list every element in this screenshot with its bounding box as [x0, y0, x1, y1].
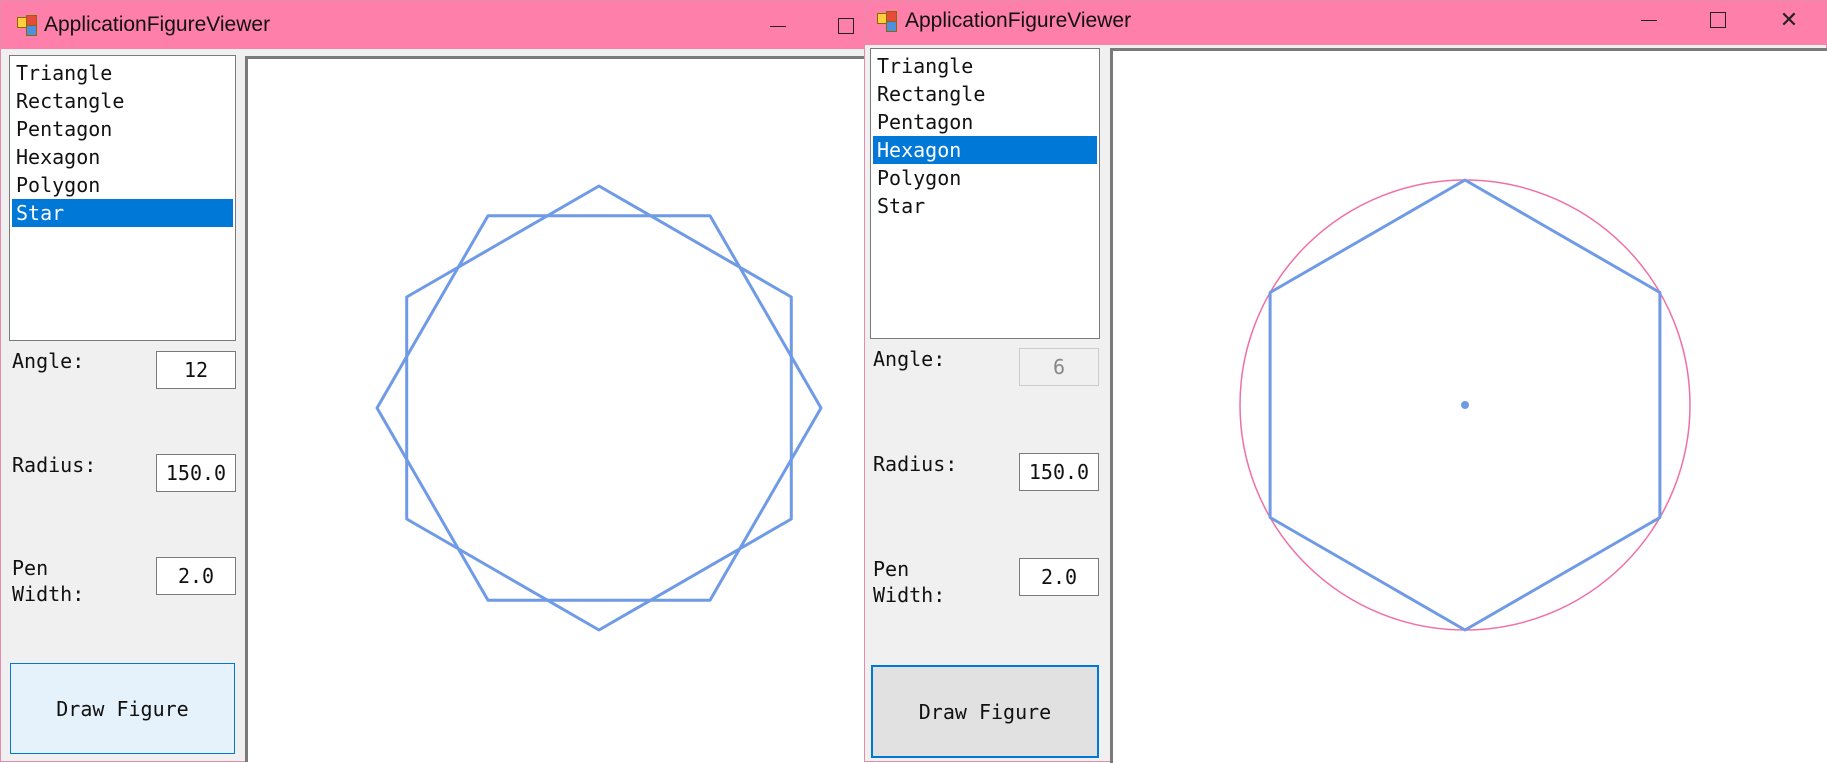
window-title: ApplicationFigureViewer [905, 9, 1132, 32]
close-icon[interactable]: ✕ [1769, 3, 1809, 37]
app-window-1: ApplicationFigureViewer Triangle Rectang… [0, 0, 867, 762]
draw-figure-button[interactable]: Draw Figure [10, 663, 235, 754]
minimize-icon[interactable] [758, 9, 798, 43]
angle-label: Angle: [873, 347, 946, 371]
list-item[interactable]: Pentagon [12, 115, 233, 143]
pen-width-label: Pen Width: [873, 557, 946, 607]
angle-input[interactable] [156, 351, 236, 389]
list-item[interactable]: Rectangle [12, 87, 233, 115]
minimize-icon[interactable] [1629, 3, 1669, 37]
title-bar[interactable]: ApplicationFigureViewer [1, 1, 866, 49]
list-item[interactable]: Star [873, 192, 1097, 220]
radius-input[interactable] [156, 454, 236, 492]
angle-label: Angle: [12, 349, 85, 373]
list-item[interactable]: Pentagon [873, 108, 1097, 136]
radius-input[interactable] [1019, 453, 1099, 491]
list-item[interactable]: Polygon [873, 164, 1097, 192]
figure-drawing [375, 184, 823, 632]
maximize-icon[interactable] [1698, 3, 1738, 37]
list-item[interactable]: Polygon [12, 171, 233, 199]
app-icon [17, 15, 37, 36]
list-item-selected[interactable]: Star [12, 199, 233, 227]
pen-width-label: Pen Width: [12, 556, 85, 606]
drawing-canvas[interactable] [245, 56, 867, 762]
radius-label: Radius: [873, 452, 958, 476]
pen-width-input[interactable] [156, 557, 236, 595]
draw-figure-button-label: Draw Figure [56, 696, 189, 721]
window-title: ApplicationFigureViewer [44, 13, 271, 36]
maximize-icon[interactable] [826, 9, 866, 43]
center-point [1461, 401, 1469, 409]
list-item[interactable]: Hexagon [12, 143, 233, 171]
drawing-canvas[interactable] [1110, 48, 1827, 763]
draw-figure-button-label: Draw Figure [918, 699, 1052, 724]
star-polygon-2 [375, 214, 823, 602]
figure-drawing [1239, 178, 1691, 632]
angle-input [1019, 348, 1099, 386]
list-item[interactable]: Triangle [12, 59, 233, 87]
app-icon [877, 11, 897, 32]
list-item[interactable]: Triangle [873, 52, 1097, 80]
title-bar[interactable]: ApplicationFigureViewer ✕ [865, 1, 1826, 45]
list-item[interactable]: Rectangle [873, 80, 1097, 108]
figure-listbox[interactable]: Triangle Rectangle Pentagon Hexagon Poly… [9, 55, 236, 341]
draw-figure-button[interactable]: Draw Figure [871, 665, 1099, 758]
radius-label: Radius: [12, 453, 97, 477]
list-item-selected[interactable]: Hexagon [873, 136, 1097, 164]
figure-listbox[interactable]: Triangle Rectangle Pentagon Hexagon Poly… [870, 48, 1100, 339]
app-window-2: ApplicationFigureViewer ✕ Triangle Recta… [864, 0, 1827, 763]
star-polygon-1 [405, 184, 793, 632]
pen-width-input[interactable] [1019, 558, 1099, 596]
